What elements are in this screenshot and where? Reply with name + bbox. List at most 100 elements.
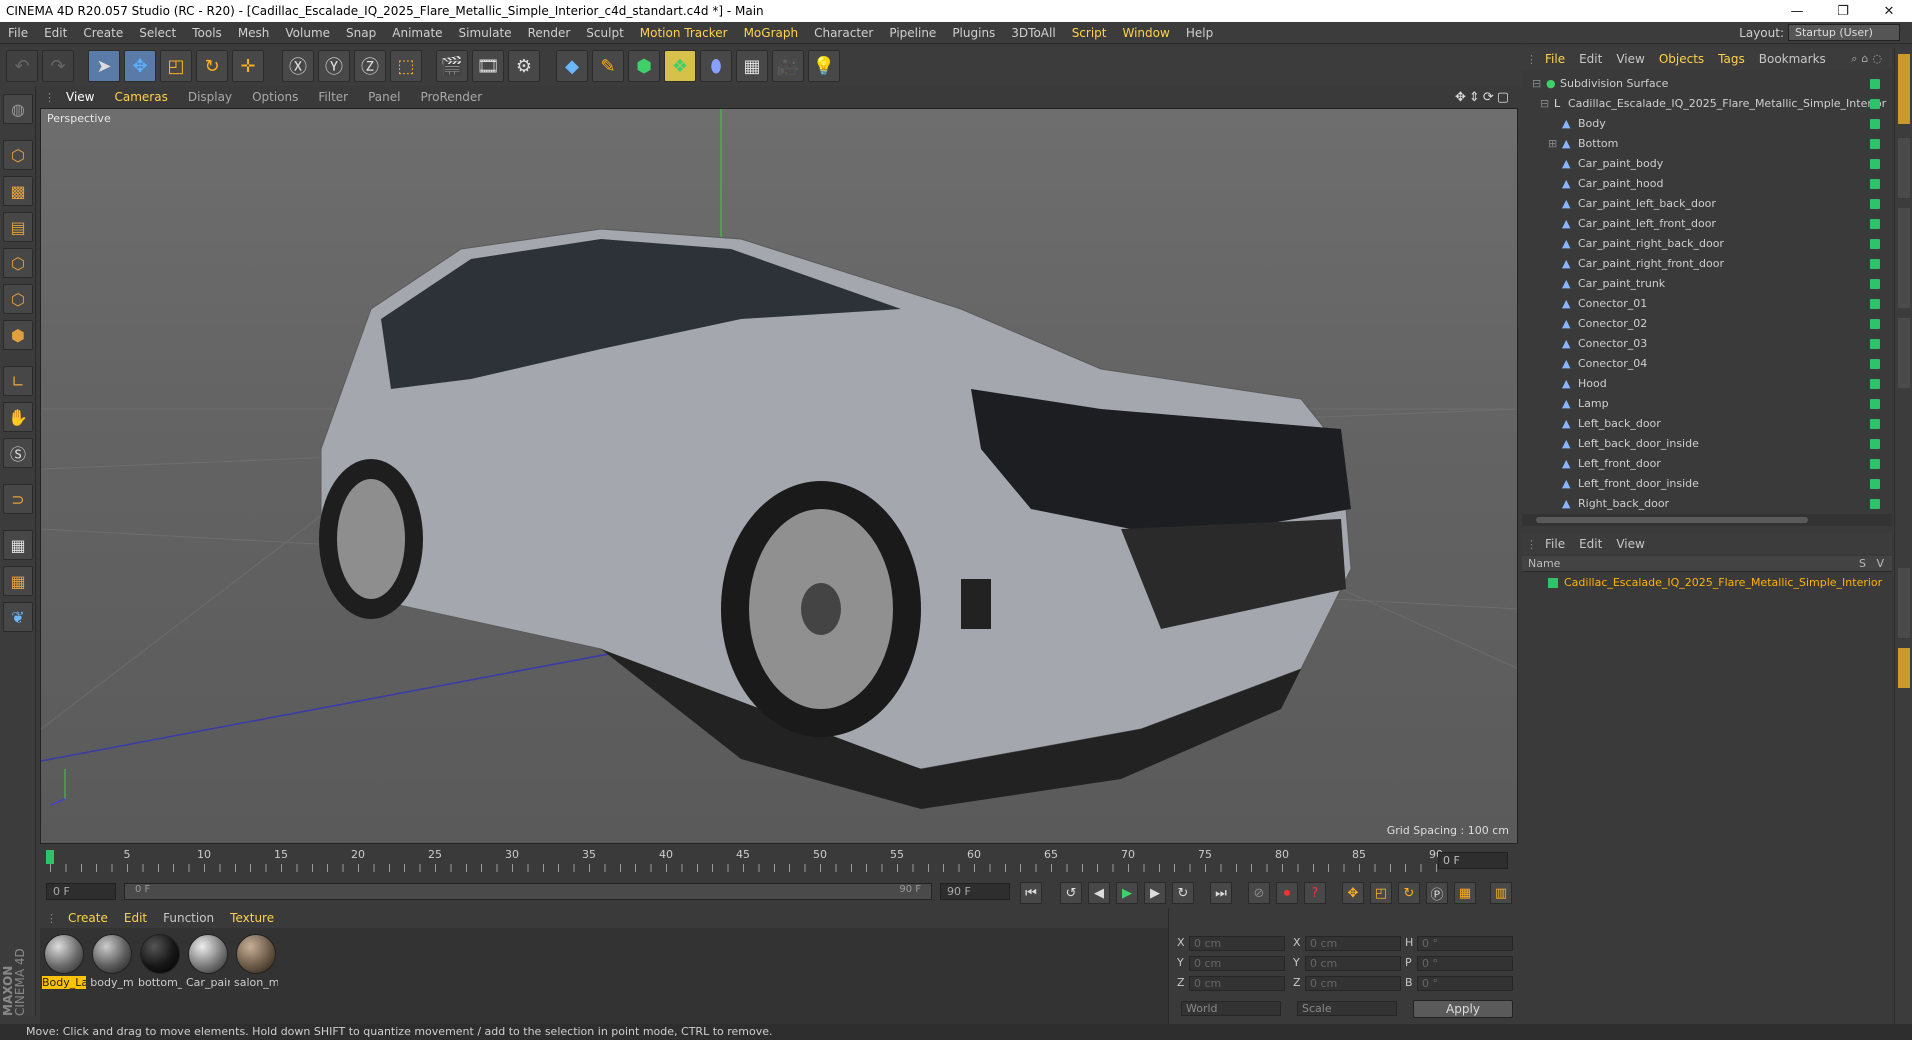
structure-side-tab[interactable] bbox=[1898, 318, 1910, 388]
visibility-dot[interactable] bbox=[1870, 299, 1880, 309]
edges-mode-icon[interactable]: ⬡ bbox=[3, 284, 33, 314]
menu-script[interactable]: Script bbox=[1064, 26, 1115, 40]
magnet-icon[interactable]: ⊃ bbox=[3, 484, 33, 514]
tweak-mode-icon[interactable]: ✋ bbox=[3, 402, 33, 432]
motion-record-icon[interactable]: ⊘ bbox=[1248, 882, 1270, 904]
render-settings-icon[interactable]: ⚙ bbox=[508, 50, 540, 82]
coord-rot-b-field[interactable]: 0 ° bbox=[1417, 976, 1513, 991]
key-position-icon[interactable]: ✥ bbox=[1342, 882, 1364, 904]
workplane-icon[interactable]: ▤ bbox=[3, 212, 33, 242]
points-mode-icon[interactable]: ⬡ bbox=[3, 248, 33, 278]
x-axis-icon[interactable]: Ⓧ bbox=[282, 50, 314, 82]
timeline-ruler[interactable]: 0 5 10 15 20 25 30 35 40 45 50 55 60 65 … bbox=[40, 846, 1518, 876]
timeline-window-icon[interactable]: ▥ bbox=[1490, 882, 1512, 904]
record-keys-icon[interactable]: ⏺ bbox=[1276, 882, 1298, 904]
menu-tools[interactable]: Tools bbox=[184, 26, 230, 40]
camera-icon[interactable]: 🎥 bbox=[772, 50, 804, 82]
visibility-dot[interactable] bbox=[1870, 499, 1880, 509]
menu-animate[interactable]: Animate bbox=[384, 26, 450, 40]
visibility-dot[interactable] bbox=[1870, 99, 1880, 109]
material-item[interactable]: Car_pair bbox=[186, 934, 230, 989]
coord-size-z-field[interactable]: 0 cm bbox=[1305, 976, 1401, 991]
next-frame-icon[interactable]: ▶ bbox=[1144, 882, 1166, 904]
content-browser-side-tab[interactable] bbox=[1898, 208, 1910, 308]
deformer-icon[interactable]: ⬮ bbox=[700, 50, 732, 82]
python-icon[interactable]: ❦ bbox=[3, 602, 33, 632]
menu-file[interactable]: File bbox=[0, 26, 36, 40]
cloner-icon[interactable]: ❖ bbox=[664, 50, 696, 82]
visibility-dot[interactable] bbox=[1870, 239, 1880, 249]
object-row[interactable]: ⊞ ▲ Bottom bbox=[1522, 134, 1892, 154]
object-menu-view[interactable]: View bbox=[1609, 52, 1651, 66]
visibility-dot[interactable] bbox=[1870, 459, 1880, 469]
object-row[interactable]: ▲ Car_paint_right_front_door bbox=[1522, 254, 1892, 274]
object-row[interactable]: ▲ Car_paint_right_back_door bbox=[1522, 234, 1892, 254]
go-to-start-icon[interactable]: ⏮ bbox=[1020, 882, 1042, 904]
playhead-marker[interactable] bbox=[46, 850, 54, 864]
menu-plugins[interactable]: Plugins bbox=[944, 26, 1003, 40]
visibility-dot[interactable] bbox=[1870, 219, 1880, 229]
polygons-mode-icon[interactable]: ⬢ bbox=[3, 320, 33, 350]
object-row[interactable]: ▲ Conector_04 bbox=[1522, 354, 1892, 374]
transform-tool-icon[interactable]: ✛ bbox=[232, 50, 264, 82]
visibility-dot[interactable] bbox=[1870, 79, 1880, 89]
menu-motion-tracker[interactable]: Motion Tracker bbox=[632, 26, 736, 40]
visibility-dot[interactable] bbox=[1870, 159, 1880, 169]
redo-icon[interactable]: ↷ bbox=[42, 50, 74, 82]
frame-range-slider[interactable]: 0 F 90 F bbox=[124, 883, 932, 900]
layer-menu-edit[interactable]: Edit bbox=[1572, 537, 1609, 551]
visibility-dot[interactable] bbox=[1870, 399, 1880, 409]
axis-mode-icon[interactable]: ∟ bbox=[3, 366, 33, 396]
close-button[interactable]: ✕ bbox=[1866, 4, 1912, 19]
object-row[interactable]: ⊟ L Cadillac_Escalade_IQ_2025_Flare_Metall… bbox=[1522, 94, 1892, 114]
object-row[interactable]: ▲ Conector_01 bbox=[1522, 294, 1892, 314]
viewport-menu-filter[interactable]: Filter bbox=[308, 90, 358, 104]
object-row[interactable]: ▲ Car_paint_left_front_door bbox=[1522, 214, 1892, 234]
visibility-dot[interactable] bbox=[1870, 359, 1880, 369]
coord-pos-x-field[interactable]: 0 cm bbox=[1189, 936, 1285, 951]
visibility-dot[interactable] bbox=[1870, 439, 1880, 449]
render-picture-viewer-icon[interactable]: 🎞 bbox=[472, 50, 504, 82]
object-row[interactable]: ▲ Body bbox=[1522, 114, 1892, 134]
viewport-menu-panel[interactable]: Panel bbox=[358, 90, 410, 104]
layer-menu-file[interactable]: File bbox=[1538, 537, 1572, 551]
object-menu-objects[interactable]: Objects bbox=[1652, 52, 1711, 66]
material-item[interactable]: Body_La bbox=[42, 934, 86, 989]
object-row[interactable]: ▲ Car_paint_body bbox=[1522, 154, 1892, 174]
layers-side-tab[interactable] bbox=[1898, 648, 1910, 688]
visibility-dot[interactable] bbox=[1870, 179, 1880, 189]
visibility-dot[interactable] bbox=[1870, 319, 1880, 329]
visibility-dot[interactable] bbox=[1870, 419, 1880, 429]
3d-viewport[interactable]: Perspective Grid Spacing : 100 cm bbox=[40, 108, 1518, 844]
viewport-menu-display[interactable]: Display bbox=[178, 90, 242, 104]
coord-world-select[interactable]: World bbox=[1181, 1001, 1281, 1016]
object-row[interactable]: ▲ Conector_03 bbox=[1522, 334, 1892, 354]
menu-pipeline[interactable]: Pipeline bbox=[881, 26, 944, 40]
menu-snap[interactable]: Snap bbox=[338, 26, 384, 40]
coord-rot-p-field[interactable]: 0 ° bbox=[1417, 956, 1513, 971]
material-menu-create[interactable]: Create bbox=[60, 911, 116, 925]
visibility-dot[interactable] bbox=[1870, 139, 1880, 149]
y-axis-icon[interactable]: Ⓨ bbox=[318, 50, 350, 82]
object-row[interactable]: ▲ Hood bbox=[1522, 374, 1892, 394]
model-mode-icon[interactable]: ⬡ bbox=[3, 140, 33, 170]
coord-rot-h-field[interactable]: 0 ° bbox=[1417, 936, 1513, 951]
material-menu-function[interactable]: Function bbox=[155, 911, 222, 925]
menu-volume[interactable]: Volume bbox=[277, 26, 338, 40]
viewport-menu-options[interactable]: Options bbox=[242, 90, 308, 104]
visibility-dot[interactable] bbox=[1870, 279, 1880, 289]
end-frame-field[interactable]: 90 F bbox=[940, 883, 1010, 900]
go-to-end-icon[interactable]: ⏭ bbox=[1210, 882, 1232, 904]
undo-icon[interactable]: ↶ bbox=[6, 50, 38, 82]
visibility-dot[interactable] bbox=[1870, 379, 1880, 389]
object-row[interactable]: ▲ Right_back_door bbox=[1522, 494, 1892, 512]
viewport-menu-prorender[interactable]: ProRender bbox=[410, 90, 492, 104]
coord-pos-y-field[interactable]: 0 cm bbox=[1189, 956, 1285, 971]
viewport-menu-cameras[interactable]: Cameras bbox=[104, 90, 177, 104]
layout-select[interactable]: Startup (User) bbox=[1788, 24, 1900, 41]
collapse-icon[interactable]: ⊟ bbox=[1540, 94, 1549, 114]
key-scale-icon[interactable]: ◰ bbox=[1370, 882, 1392, 904]
menu-help[interactable]: Help bbox=[1178, 26, 1221, 40]
menu-window[interactable]: Window bbox=[1115, 26, 1178, 40]
expand-icon[interactable]: ⊞ bbox=[1548, 134, 1557, 154]
